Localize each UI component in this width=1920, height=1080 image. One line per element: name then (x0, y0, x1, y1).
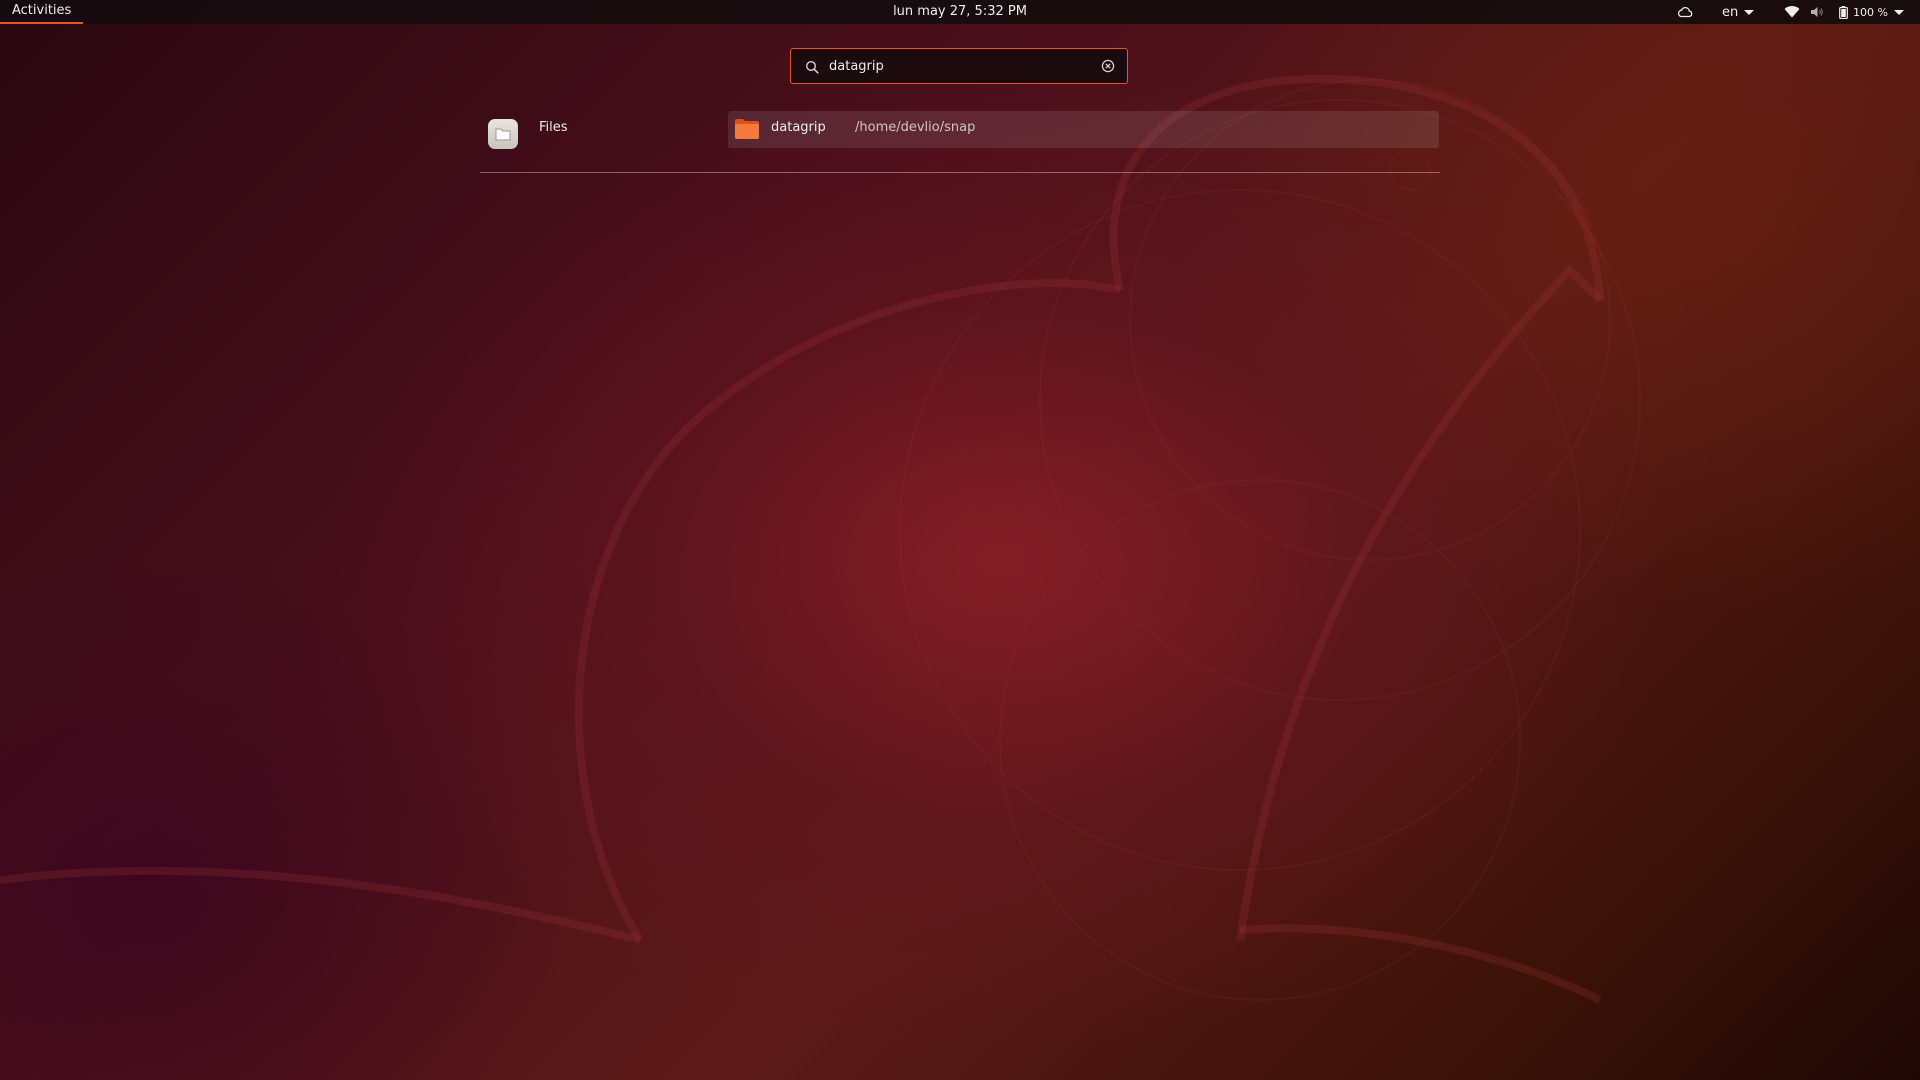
activities-button[interactable]: Activities (0, 0, 84, 24)
language-label: en (1722, 4, 1739, 20)
search-icon (805, 60, 819, 74)
battery-icon (1839, 5, 1848, 19)
result-name: datagrip (771, 120, 826, 135)
desktop-background: Activities lun may 27, 5:32 PM en 100 % … (0, 0, 1920, 1080)
search-box[interactable] (790, 48, 1128, 84)
search-result-item[interactable]: datagrip /home/devlio/snap (728, 111, 1439, 148)
folder-icon (735, 119, 759, 139)
volume-icon[interactable] (1810, 0, 1824, 24)
clear-icon[interactable] (1101, 59, 1115, 73)
wallpaper-decoration (0, 75, 1641, 1004)
search-input[interactable] (829, 55, 1089, 77)
chevron-down-icon (1893, 9, 1904, 15)
top-panel: Activities lun may 27, 5:32 PM en 100 % (0, 0, 1920, 24)
wifi-icon[interactable] (1784, 0, 1800, 24)
provider-files[interactable]: Files (480, 112, 700, 152)
result-path: /home/devlio/snap (855, 120, 976, 135)
battery-percent-label: 100 % (1853, 5, 1888, 19)
provider-label: Files (539, 120, 568, 135)
battery-menu[interactable]: 100 % (1839, 0, 1904, 24)
language-menu[interactable]: en (1722, 0, 1755, 24)
files-app-icon (488, 119, 518, 149)
clock-menu[interactable]: lun may 27, 5:32 PM (893, 4, 1027, 19)
cloud-icon[interactable] (1677, 0, 1693, 24)
chevron-down-icon (1744, 9, 1755, 15)
results-separator (480, 172, 1440, 173)
